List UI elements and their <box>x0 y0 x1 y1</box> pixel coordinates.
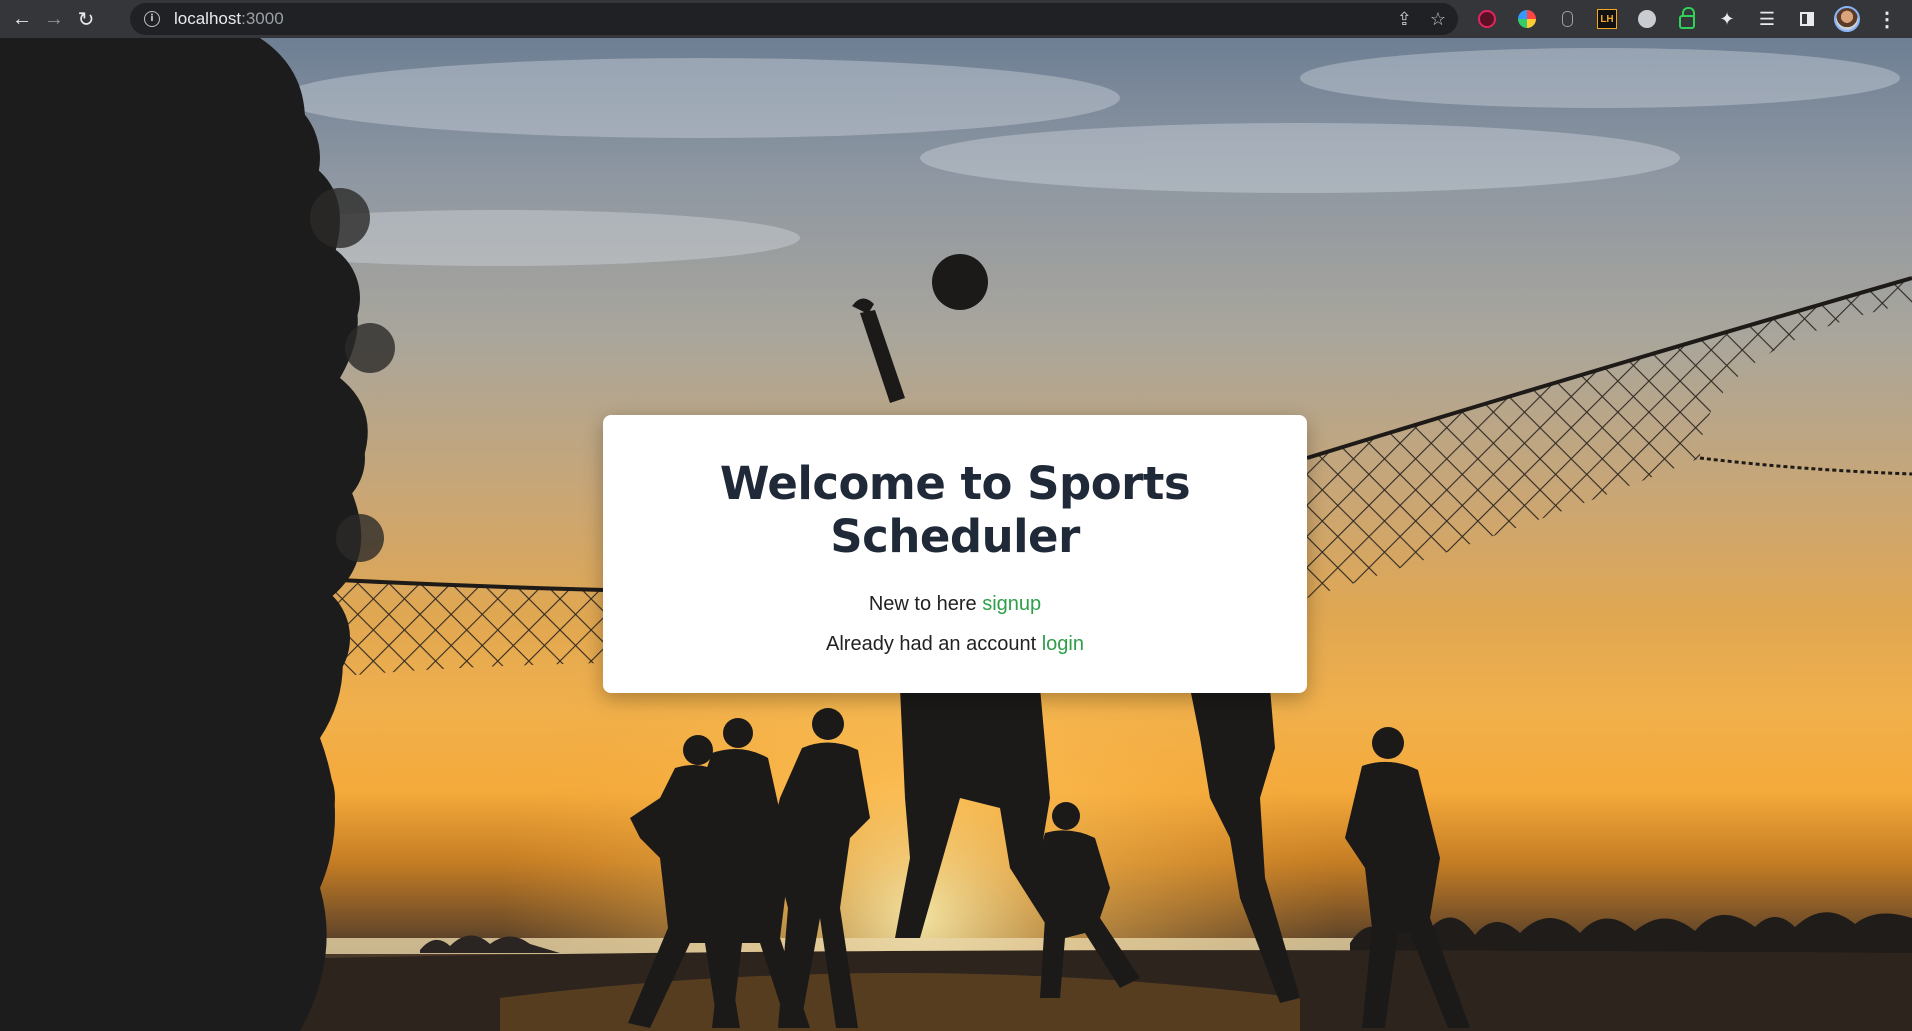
url-text[interactable]: localhost:3000 <box>174 9 284 29</box>
tree-silhouette <box>0 38 368 1031</box>
reload-button[interactable]: ↻ <box>70 3 102 35</box>
login-link[interactable]: login <box>1042 633 1084 655</box>
forward-button[interactable]: → <box>38 3 70 35</box>
extension-chat-icon[interactable] <box>1632 4 1662 34</box>
url-port: :3000 <box>241 9 284 28</box>
extension-record-icon[interactable] <box>1472 4 1502 34</box>
extension-mouse-icon[interactable] <box>1552 4 1582 34</box>
side-panel-icon[interactable] <box>1792 4 1822 34</box>
reading-list-icon[interactable]: ☰ <box>1752 4 1782 34</box>
page-title: Welcome to Sports Scheduler <box>719 457 1191 563</box>
welcome-card: Welcome to Sports Scheduler New to here … <box>603 415 1307 693</box>
back-button[interactable]: ← <box>6 3 38 35</box>
profile-avatar[interactable] <box>1832 4 1862 34</box>
extensions-puzzle-icon[interactable]: ✦ <box>1712 4 1742 34</box>
url-host: localhost <box>174 9 242 28</box>
extension-lighthouse-icon[interactable]: LH <box>1592 4 1622 34</box>
extension-lock-icon[interactable] <box>1672 4 1702 34</box>
hero-background: Welcome to Sports Scheduler New to here … <box>0 38 1912 1031</box>
share-icon[interactable]: ⇪ <box>1397 9 1412 30</box>
extensions-area: LH ✦ ☰ ⋮ <box>1472 0 1912 38</box>
browser-toolbar: ← → ↻ i localhost:3000 ⇪ ☆ LH ✦ ☰ ⋮ <box>0 0 1912 38</box>
extension-colorful-icon[interactable] <box>1512 4 1542 34</box>
signup-prompt: New to here signup <box>603 593 1307 616</box>
info-icon[interactable]: i <box>144 11 160 27</box>
menu-icon[interactable]: ⋮ <box>1872 4 1902 34</box>
star-icon[interactable]: ☆ <box>1430 9 1446 30</box>
address-bar[interactable]: i localhost:3000 ⇪ ☆ <box>130 3 1458 35</box>
signup-link[interactable]: signup <box>982 593 1041 615</box>
volleyball <box>932 254 988 310</box>
login-prompt: Already had an account login <box>603 633 1307 656</box>
login-prefix: Already had an account <box>826 633 1042 655</box>
signup-prefix: New to here <box>868 593 983 615</box>
